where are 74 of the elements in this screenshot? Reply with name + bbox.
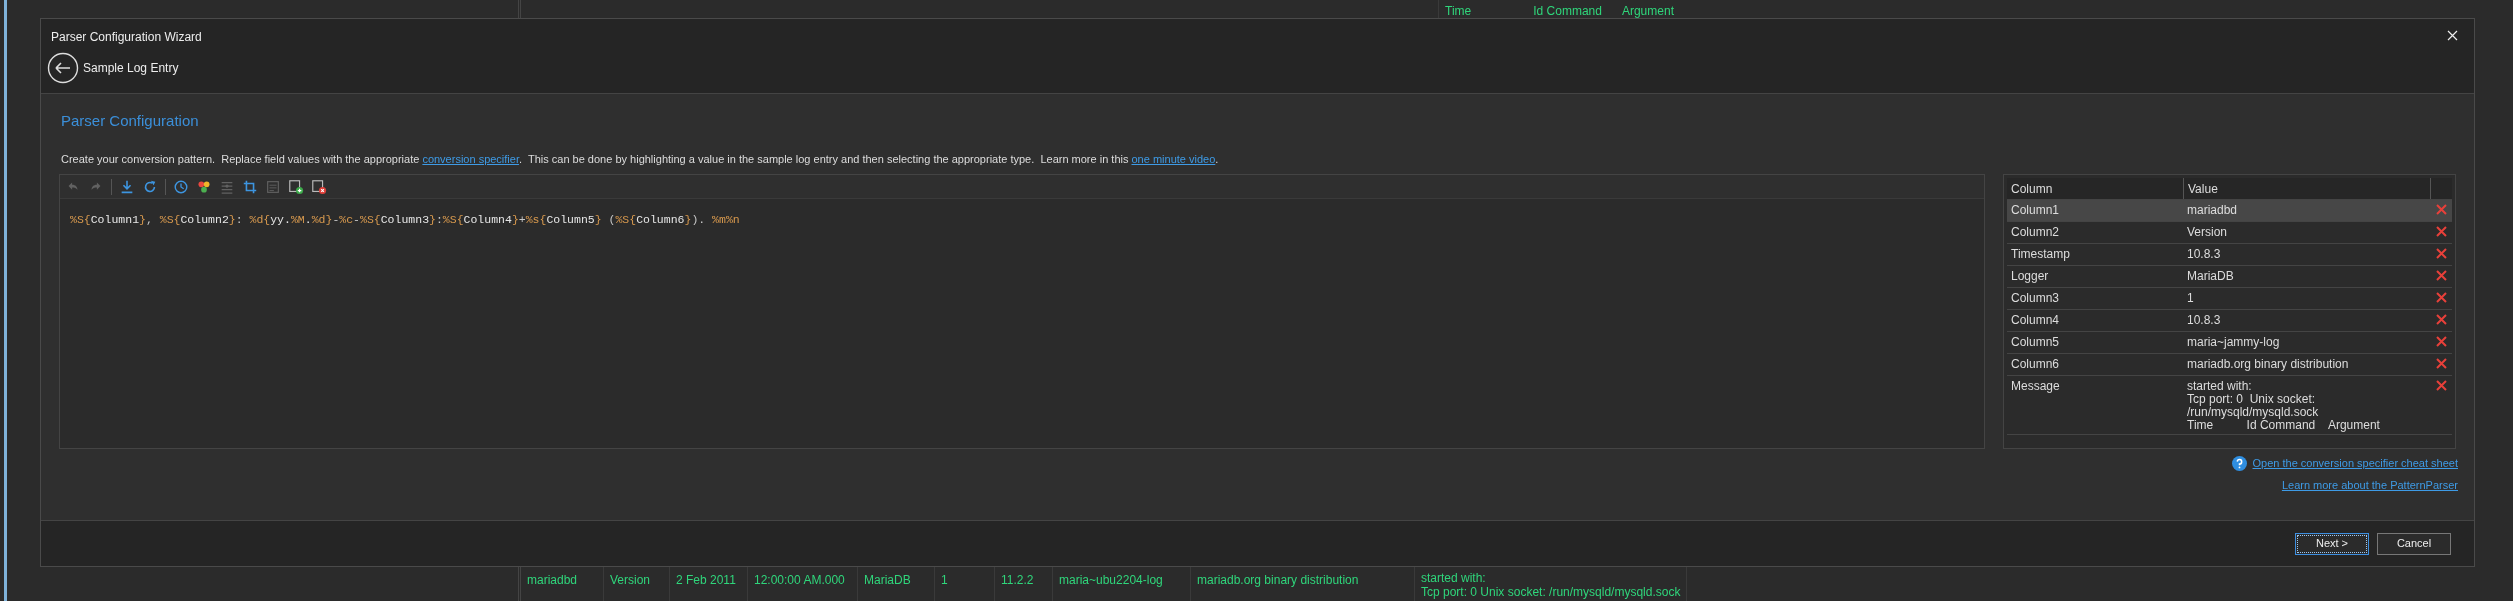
table-cell-text: Version xyxy=(2186,224,2229,241)
table-cell-text: mariadb.org binary distribution xyxy=(2186,356,2350,373)
delete-icon xyxy=(2436,314,2447,325)
link[interactable]: Learn more about the PatternParser xyxy=(2281,476,2458,493)
table-row[interactable]: Column5 maria~jammy-log xyxy=(2007,332,2452,354)
delete-icon xyxy=(2436,248,2447,259)
table-cell-text: Logger xyxy=(2010,268,2050,285)
table-row[interactable]: Logger MariaDB xyxy=(2007,266,2452,288)
delete-icon xyxy=(2436,358,2447,369)
log-text: Id Command xyxy=(1533,4,1602,18)
table-row[interactable]: Column3 1 xyxy=(2007,288,2452,310)
table-cell-text: maria~jammy-log xyxy=(2186,334,2281,351)
column-header[interactable]: Column xyxy=(2007,179,2183,198)
table-row[interactable]: Column6 mariadb.org binary distribution xyxy=(2007,354,2452,376)
pattern-text[interactable]: %S{Column1}, %S{Column2}: %d{yy.%M.%d}-%c-%S{Column3}:%S{Column4}+%s{Column5} (%S{Column6}). %m%n xyxy=(60,199,1984,241)
delete-button[interactable] xyxy=(2436,380,2447,391)
window-title: Parser Configuration Wizard xyxy=(51,29,202,46)
table-cell-text: MariaDB xyxy=(2186,268,2235,285)
delete-button[interactable] xyxy=(2436,248,2447,259)
log-cell: Tcp port: 0 Unix socket: /run/mysqld/mysqld.sock xyxy=(1421,585,1681,599)
table-cell-text: 10.8.3 xyxy=(2186,246,2222,263)
log-cell-text: started with: xyxy=(1421,571,1487,585)
log-cell: Version xyxy=(610,573,651,587)
delete-icon xyxy=(2436,270,2447,281)
log-text: Time xyxy=(1445,4,1472,18)
next-button[interactable]: Next > xyxy=(2295,532,2369,555)
table-cell-text: Column5 xyxy=(2010,334,2061,351)
step-title: Sample Log Entry xyxy=(83,60,179,77)
log-cell: mariadb.org binary distribution xyxy=(1197,573,1359,587)
table-cell-text: Timestamp xyxy=(2010,246,2071,263)
column-header[interactable]: Value xyxy=(2183,178,2431,199)
table-cell-text: Column2 xyxy=(2010,224,2061,241)
delete-button[interactable] xyxy=(2436,292,2447,303)
delete-button[interactable] xyxy=(2436,358,2447,369)
delete-icon xyxy=(2436,292,2447,303)
delete-icon xyxy=(2436,336,2447,347)
delete-button[interactable] xyxy=(2436,204,2447,215)
log-cell: mariadbd xyxy=(527,573,578,587)
table-cell-text: 1 xyxy=(2186,290,2195,307)
table-cell-text: 10.8.3 xyxy=(2186,312,2222,329)
log-cell: 2 Feb 2011 xyxy=(676,573,736,587)
log-cell: maria~ubu2204-log xyxy=(1059,573,1163,587)
log-cell: 11.2.2 xyxy=(1001,573,1034,587)
table-row[interactable]: Message started with: Tcp port: 0 Unix socket: /run/mysqld/mysqld.sock Time Id Command Argument xyxy=(2007,376,2452,435)
delete-button[interactable] xyxy=(2436,336,2447,347)
table-cell-text: Column6 xyxy=(2010,356,2061,373)
table-cell-text: Column3 xyxy=(2010,290,2061,307)
delete-icon xyxy=(2436,204,2447,215)
delete-button[interactable] xyxy=(2436,314,2447,325)
table-row[interactable]: Column2 Version xyxy=(2007,222,2452,244)
cancel-button[interactable]: Cancel xyxy=(2377,532,2451,555)
section-heading: Parser Configuration xyxy=(61,111,200,131)
table-cell-text: Column1 xyxy=(2010,202,2061,219)
delete-button[interactable] xyxy=(2436,270,2447,281)
delete-icon xyxy=(2436,226,2447,237)
log-cell: 12:00:00 AM.000 xyxy=(754,573,845,587)
table-cell-text: mariadbd xyxy=(2186,202,2239,219)
log-text: Argument xyxy=(1621,4,1674,18)
table-cell-text: Message xyxy=(2010,378,2061,395)
table-cell-text: started with: Tcp port: 0 Unix socket: /run/mysqld/mysqld.sock Time Id Command Argument xyxy=(2186,378,2381,434)
table-row[interactable]: Column1 mariadbd xyxy=(2007,200,2452,222)
link[interactable]: conversion specifier xyxy=(422,152,519,165)
link[interactable]: Open the conversion specifier cheat sheet xyxy=(2252,455,2458,472)
log-cell: MariaDB xyxy=(864,573,911,587)
log-cell: 1 xyxy=(941,573,948,587)
close-icon[interactable] xyxy=(2447,30,2458,41)
back-button[interactable] xyxy=(47,52,79,84)
instructions-text: Create your conversion pattern. Replace field values with the appropriate conversion specifier. This can be done by highlighting a value in the sample log entry and then selecting the appropriate type. Learn more in this one minute video. xyxy=(61,151,1220,167)
delete-icon xyxy=(2436,380,2447,391)
table-row[interactable]: Timestamp 10.8.3 xyxy=(2007,244,2452,266)
help-icon xyxy=(2231,455,2247,471)
table-row[interactable]: Column4 10.8.3 xyxy=(2007,310,2452,332)
table-cell-text: Column4 xyxy=(2010,312,2061,329)
delete-button[interactable] xyxy=(2436,226,2447,237)
